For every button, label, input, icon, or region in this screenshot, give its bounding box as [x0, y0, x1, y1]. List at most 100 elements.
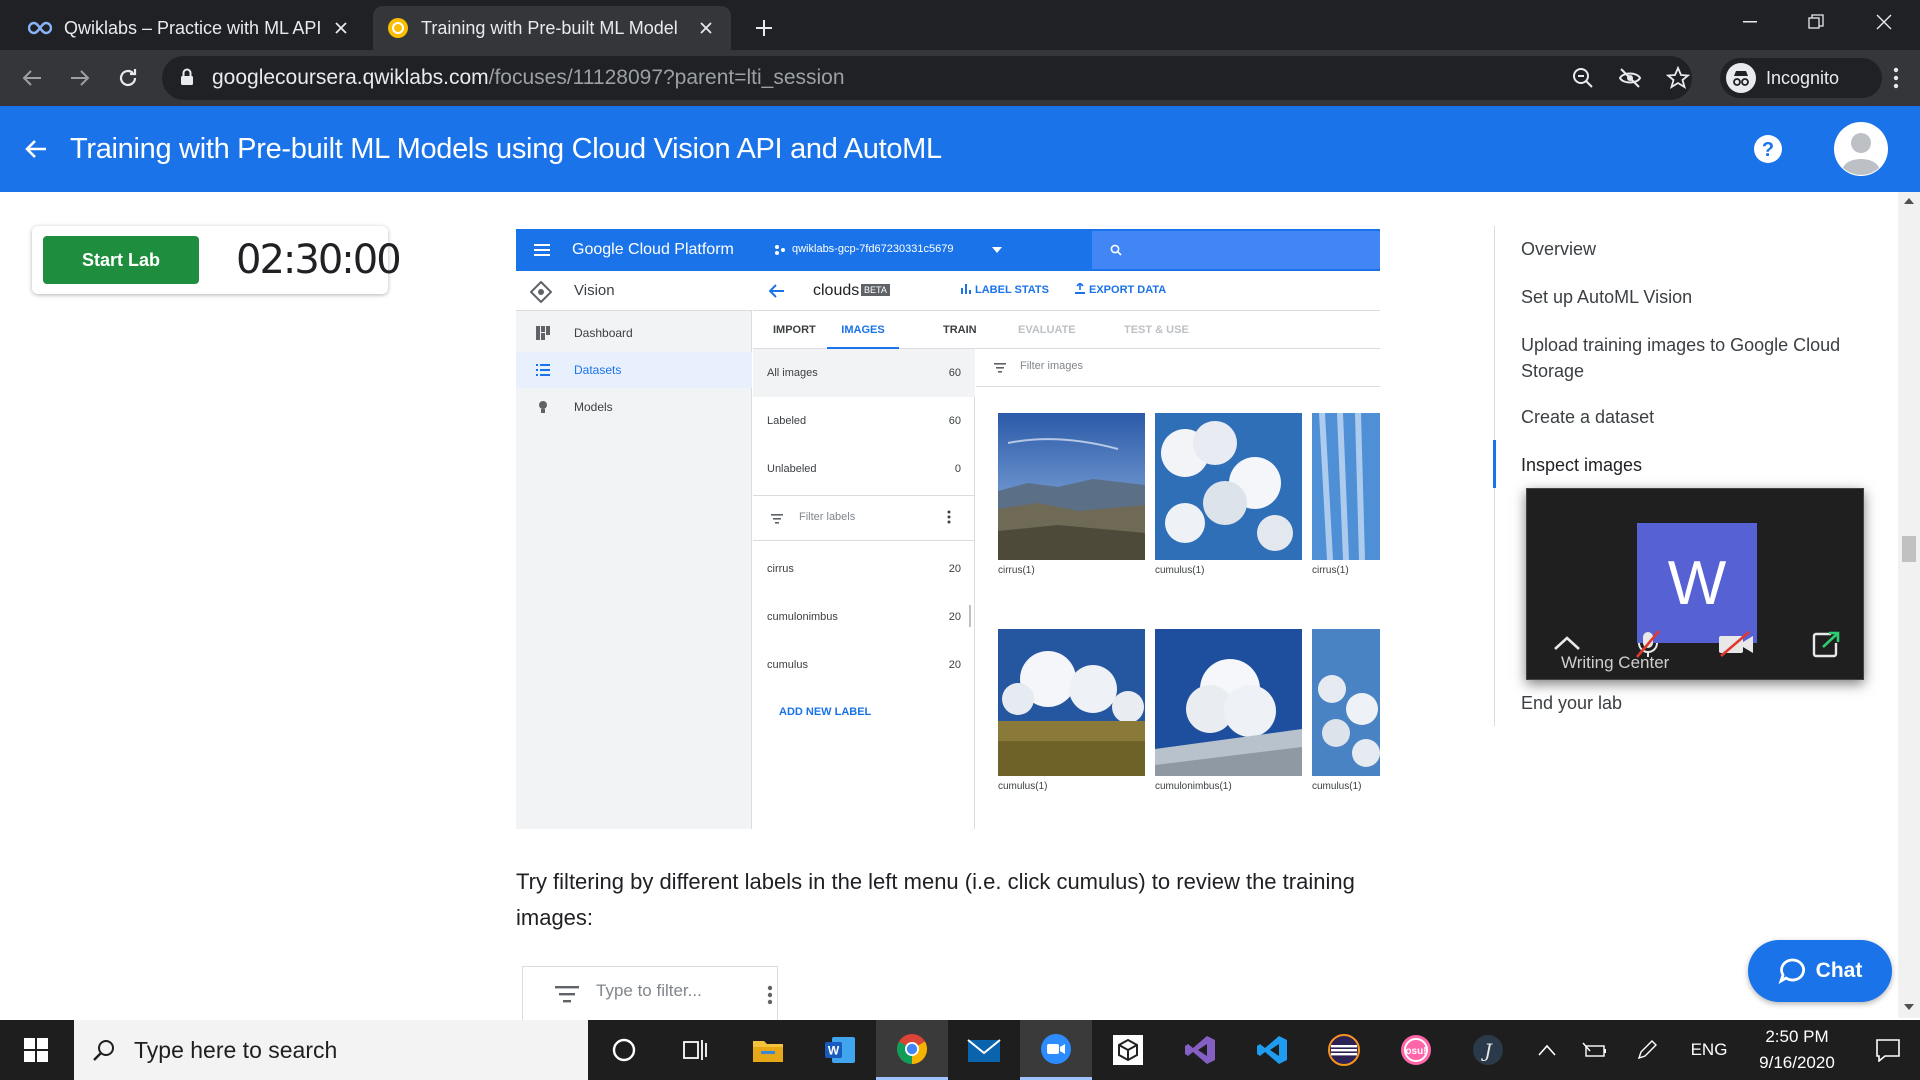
side-item-models: Models: [516, 389, 752, 425]
toc-item-create-dataset[interactable]: Create a dataset: [1521, 404, 1881, 430]
tracking-blocked-icon[interactable]: [1618, 67, 1642, 89]
beta-badge: BETA: [861, 284, 890, 296]
tab-close-icon[interactable]: [330, 17, 352, 39]
image-caption: cumulus(1): [1155, 565, 1205, 576]
avatar[interactable]: [1834, 122, 1888, 176]
unity-icon[interactable]: [1092, 1020, 1164, 1080]
zoom-search-icon[interactable]: [1572, 67, 1594, 89]
dropdown-arrow-icon: [992, 247, 1002, 253]
label-row-cumulus: cumulus 20: [767, 659, 961, 671]
image-caption: cirrus(1): [1312, 565, 1349, 576]
osu-icon[interactable]: osu!: [1380, 1020, 1452, 1080]
scroll-thumb[interactable]: [1902, 536, 1916, 562]
restore-icon[interactable]: [1786, 0, 1846, 44]
dataset-tabs: IMPORT IMAGES TRAIN EVALUATE TEST & USE: [753, 311, 1380, 349]
page-scrollbar[interactable]: [1898, 192, 1920, 1018]
scroll-down-icon[interactable]: [1904, 1004, 1914, 1010]
browser-tab-training[interactable]: Training with Pre-built ML Model: [373, 6, 731, 50]
gcp-top-bar: Google Cloud Platform qwiklabs-gcp-7fd67…: [516, 229, 1380, 271]
vision-icon: [530, 281, 552, 303]
tab-close-icon[interactable]: [695, 17, 717, 39]
zoom-app-icon[interactable]: [1020, 1020, 1092, 1080]
cloud-image-cumulus: [1155, 413, 1302, 560]
toc-item-setup[interactable]: Set up AutoML Vision: [1521, 284, 1881, 310]
task-view-icon[interactable]: [660, 1020, 732, 1080]
lightbulb-icon: [536, 400, 550, 414]
input-language[interactable]: ENG: [1674, 1020, 1744, 1080]
address-bar[interactable]: googlecoursera.qwiklabs.com/focuses/1112…: [162, 56, 1692, 100]
zoom-participant-name: Writing Center: [1561, 653, 1670, 672]
filter-icon: [994, 363, 1006, 373]
filter-input[interactable]: Type to filter...: [522, 966, 778, 1020]
browser-toolbar: googlecoursera.qwiklabs.com/focuses/1112…: [0, 50, 1920, 106]
label-row-cirrus: cirrus 20: [767, 563, 961, 575]
side-item-datasets: Datasets: [516, 352, 752, 388]
lab-control-card: Start Lab 02:30:00: [32, 226, 402, 294]
tab-evaluate: EVALUATE: [1018, 324, 1076, 336]
pen-icon[interactable]: [1622, 1020, 1672, 1080]
close-window-icon[interactable]: [1854, 0, 1914, 44]
battery-icon[interactable]: [1570, 1020, 1620, 1080]
help-icon[interactable]: ?: [1754, 135, 1782, 163]
toc-item-end-lab[interactable]: End your lab: [1521, 690, 1881, 716]
julia-icon[interactable]: J: [1452, 1020, 1524, 1080]
url-text: googlecoursera.qwiklabs.com/focuses/1112…: [212, 66, 845, 89]
cortana-icon[interactable]: [588, 1020, 660, 1080]
incognito-profile-button[interactable]: Incognito: [1720, 58, 1882, 98]
back-arrow-icon[interactable]: [24, 137, 48, 161]
start-lab-button[interactable]: Start Lab: [43, 236, 199, 284]
incognito-icon: [1726, 63, 1756, 93]
toc-item-overview[interactable]: Overview: [1521, 236, 1881, 262]
tab-test-use: TEST & USE: [1124, 324, 1189, 336]
more-vert-icon[interactable]: [767, 985, 773, 1005]
svg-text:W: W: [828, 1044, 840, 1058]
visual-studio-icon[interactable]: [1164, 1020, 1236, 1080]
eclipse-icon[interactable]: [1308, 1020, 1380, 1080]
word-icon[interactable]: W: [804, 1020, 876, 1080]
taskbar-search-box[interactable]: Type here to search: [74, 1020, 588, 1080]
taskbar-clock[interactable]: 2:50 PM 9/16/2020: [1744, 1020, 1850, 1080]
vscode-icon[interactable]: [1236, 1020, 1308, 1080]
image-caption: cumulonimbus(1): [1155, 781, 1232, 792]
bookmark-star-icon[interactable]: [1666, 66, 1690, 90]
count-row-all: All images 60: [753, 349, 975, 397]
file-explorer-icon[interactable]: [732, 1020, 804, 1080]
vision-product-header: Vision: [516, 271, 752, 311]
hamburger-menu-icon: [534, 243, 550, 257]
dataset-bar: clouds BETA LABEL STATS EXPORT DATA: [753, 271, 1380, 311]
list-icon: [536, 363, 550, 377]
search-icon: [1110, 244, 1122, 256]
chevron-up-icon[interactable]: [1524, 1020, 1570, 1080]
filter-images-row: Filter images: [976, 349, 1380, 387]
chevron-up-icon[interactable]: [1553, 635, 1581, 651]
reload-icon[interactable]: [110, 60, 146, 96]
scroll-up-icon[interactable]: [1904, 198, 1914, 204]
mail-icon[interactable]: [948, 1020, 1020, 1080]
gcp-brand: Google Cloud Platform: [572, 241, 734, 258]
new-tab-icon[interactable]: [748, 12, 780, 44]
back-icon[interactable]: [14, 60, 50, 96]
minimize-icon[interactable]: [1720, 0, 1780, 44]
project-name: qwiklabs-gcp-7fd67230331c5679: [792, 243, 954, 255]
windows-start-icon[interactable]: [0, 1020, 72, 1080]
zoom-mini-window[interactable]: W Writing Center: [1526, 488, 1864, 680]
cloud-image-cumulus-aerial: [1312, 629, 1380, 776]
export-data-link: EXPORT DATA: [1089, 284, 1167, 296]
chrome-icon[interactable]: [876, 1020, 948, 1080]
image-grid: Filter images cirrus(1) cumulus(1) cirru…: [976, 349, 1380, 829]
forward-icon[interactable]: [62, 60, 98, 96]
instruction-text: Try filtering by different labels in the…: [516, 869, 1355, 930]
image-caption: cirrus(1): [998, 565, 1035, 576]
notification-icon[interactable]: [1860, 1020, 1916, 1080]
lab-timer: 02:30:00: [236, 237, 402, 283]
toc-item-upload[interactable]: Upload training images to Google Cloud S…: [1521, 332, 1881, 384]
browser-menu-icon[interactable]: [1878, 60, 1914, 96]
video-off-icon[interactable]: [1717, 631, 1755, 657]
more-vert-icon: [947, 510, 951, 524]
share-screen-icon[interactable]: [1811, 631, 1841, 659]
browser-tab-qwiklabs[interactable]: Qwiklabs – Practice with ML APIs: [14, 6, 366, 50]
side-item-dashboard: Dashboard: [516, 315, 752, 351]
chat-button[interactable]: Chat: [1748, 940, 1892, 1002]
tab-train: TRAIN: [943, 324, 977, 336]
toc-item-inspect-images[interactable]: Inspect images: [1521, 452, 1881, 478]
